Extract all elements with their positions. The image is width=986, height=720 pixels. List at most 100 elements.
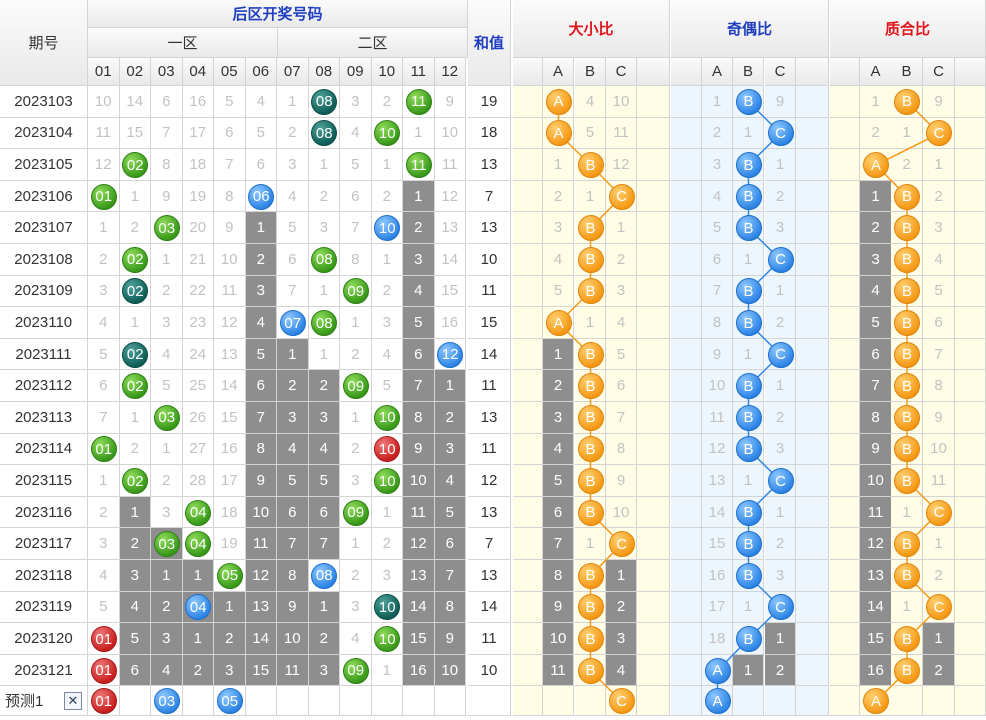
number-cell: 8 (245, 433, 277, 466)
prime-composite-pad-cell (955, 117, 986, 150)
prime-composite-pad-cell (830, 212, 860, 244)
odd-even-cell: 1 (733, 244, 764, 276)
big-small-pad-cell (637, 402, 670, 434)
odd-even-pad-cell (671, 654, 702, 687)
odd-even-ball: B (735, 278, 762, 305)
prime-composite-cell: 5 (860, 307, 892, 339)
odd-even-pad-cell (796, 244, 829, 276)
period-cell: 2023112 (0, 370, 88, 402)
number-cell: 2 (88, 244, 120, 276)
big-small-cell: 1 (543, 338, 574, 371)
number-column-header: 04 (182, 58, 214, 86)
odd-even-pad-cell (671, 591, 702, 624)
big-small-pad-cell (637, 528, 670, 560)
number-cell: 6 (277, 244, 309, 276)
number-cell: 7 (151, 117, 183, 150)
odd-even-pad-header (671, 58, 702, 86)
prime-composite-pad-cell (955, 149, 986, 181)
drawn-number-ball: 09 (342, 278, 369, 305)
predict-number-cell[interactable] (277, 686, 309, 717)
number-cell: 5 (277, 465, 309, 497)
predict-number-cell[interactable] (182, 686, 214, 717)
number-cell: 4 (245, 86, 277, 118)
number-cell: 2 (88, 496, 120, 529)
period-cell: 2023103 (0, 86, 88, 118)
odd-even-pad-cell (671, 686, 702, 717)
number-cell: 10 (214, 244, 246, 276)
period-cell: 2023120 (0, 623, 88, 655)
predict-number-cell[interactable] (119, 686, 151, 717)
predict-number-cell[interactable] (245, 686, 277, 717)
big-small-pad-cell (513, 560, 543, 592)
odd-even-cell (733, 686, 764, 717)
close-predict-button[interactable]: ✕ (64, 692, 82, 711)
prime-composite-cell: 1 (860, 86, 892, 118)
sum-cell: 11 (468, 370, 511, 402)
big-small-ball: C (608, 531, 635, 558)
period-cell: 2023121 (0, 654, 88, 687)
predict-number-cell[interactable] (340, 686, 372, 717)
number-cell: 2 (340, 560, 372, 592)
odd-even-pad-cell (796, 591, 829, 624)
period-cell: 2023118 (0, 560, 88, 592)
big-small-ball: B (577, 373, 604, 400)
big-small-cell: 10 (543, 623, 574, 655)
big-small-pad-cell (513, 433, 543, 466)
predict-number-cell[interactable] (308, 686, 340, 717)
prime-composite-ball: B (894, 657, 920, 684)
prime-composite-ball: A (863, 152, 889, 178)
sum-cell: 14 (468, 591, 511, 624)
prime-composite-pad-cell (830, 402, 860, 434)
number-cell: 9 (214, 212, 246, 244)
prime-composite-col-header: B (891, 58, 923, 86)
number-cell: 4 (277, 180, 309, 213)
predict-number-cell[interactable] (371, 686, 403, 717)
prime-composite-ball: B (894, 468, 920, 494)
prime-composite-ball: C (926, 499, 952, 526)
drawn-number-ball: 06 (248, 183, 275, 210)
big-small-ball: B (577, 246, 604, 273)
number-cell: 4 (119, 591, 151, 624)
odd-even-cell: 1 (765, 370, 796, 402)
prime-composite-cell: 9 (860, 433, 892, 466)
number-cell: 3 (371, 307, 403, 339)
number-cell: 1 (151, 560, 183, 592)
number-cell: 1 (245, 212, 277, 244)
drawn-number-ball: 01 (90, 183, 117, 210)
prime-composite-pad-cell (830, 307, 860, 339)
big-small-cell (575, 686, 606, 717)
number-cell: 3 (119, 560, 151, 592)
period-cell: 2023114 (0, 433, 88, 466)
odd-even-pad-cell (796, 338, 829, 371)
number-cell: 9 (434, 623, 466, 655)
predict-number-ball: 01 (90, 688, 117, 715)
odd-even-pad-cell (671, 496, 702, 529)
prime-composite-cell: 11 (923, 465, 955, 497)
big-small-cell: 5 (543, 465, 574, 497)
big-small-col-header: B (575, 58, 606, 86)
lottery-trend-grid: 期号 后区开奖号码 一区 二区 01 02 03 04 05 06 07 08 09 10 11 12 和值 大小… (0, 0, 986, 720)
odd-even-cell: 1 (733, 465, 764, 497)
drawn-number-ball: 08 (311, 562, 338, 589)
big-small-ball: A (545, 120, 572, 147)
predict-label: 预测1 (5, 693, 44, 711)
predict-number-cell[interactable] (403, 686, 435, 717)
predict-number-cell[interactable] (434, 686, 466, 717)
big-small-pad-cell (513, 528, 543, 560)
drawn-number-ball: 03 (153, 531, 180, 558)
prime-composite-pad-cell (955, 212, 986, 244)
number-column-header: 03 (151, 58, 183, 86)
prime-composite-cell: 1 (923, 528, 955, 560)
prime-composite-cell: 11 (860, 496, 892, 529)
number-cell: 1 (308, 275, 340, 308)
period-cell: 2023111 (0, 338, 88, 371)
number-cell: 20 (182, 212, 214, 244)
odd-even-cell: 2 (702, 117, 733, 150)
number-cell: 18 (182, 149, 214, 181)
number-column-header: 07 (277, 58, 309, 86)
big-small-pad-cell (513, 402, 543, 434)
number-cell: 1 (340, 307, 372, 339)
number-cell: 5 (119, 623, 151, 655)
drawn-number-ball: 01 (90, 626, 117, 652)
number-cell: 5 (245, 117, 277, 150)
